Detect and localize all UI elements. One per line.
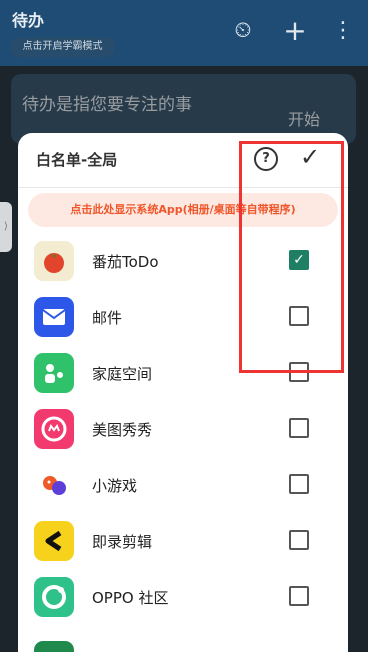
tomato-todo-icon xyxy=(34,241,74,281)
app-icon-partial xyxy=(34,641,74,652)
app-checkbox[interactable] xyxy=(289,530,309,550)
oppo-community-icon xyxy=(34,577,74,617)
app-name: 美图秀秀 xyxy=(92,421,153,439)
app-name: 番茄ToDo xyxy=(92,253,159,271)
dialog-title: 白名单-全局 xyxy=(36,151,118,169)
app-checkbox[interactable] xyxy=(289,474,309,494)
more-icon[interactable]: ⋮ xyxy=(330,18,356,44)
app-checkbox[interactable] xyxy=(289,586,309,606)
app-name: 小游戏 xyxy=(92,477,138,495)
meitu-icon xyxy=(34,409,74,449)
side-handle[interactable]: ⟩ xyxy=(0,202,12,252)
list-item[interactable] xyxy=(18,633,348,652)
highlight-box xyxy=(239,141,344,373)
app-name: OPPO 社区 xyxy=(92,589,169,607)
app-title: 待办 xyxy=(12,11,45,30)
app-checkbox[interactable] xyxy=(289,418,309,438)
family-space-icon xyxy=(34,353,74,393)
timer-icon[interactable]: ⏲ xyxy=(230,18,256,44)
app-bar: 待办 点击开启学霸模式 ⏲ + ⋮ xyxy=(0,0,368,66)
clip-editor-icon xyxy=(34,521,74,561)
add-icon[interactable]: + xyxy=(282,17,308,45)
app-name: 即录剪辑 xyxy=(92,533,153,551)
app-name: 家庭空间 xyxy=(92,365,153,383)
app-name: 邮件 xyxy=(92,309,123,327)
list-item[interactable]: 小游戏 xyxy=(18,457,348,513)
list-item[interactable]: 美图秀秀 xyxy=(18,401,348,457)
mail-icon xyxy=(34,297,74,337)
list-item[interactable]: 即录剪辑 xyxy=(18,513,348,569)
list-item[interactable]: OPPO 社区 xyxy=(18,569,348,625)
mini-games-icon xyxy=(34,465,74,505)
mode-button[interactable]: 点击开启学霸模式 xyxy=(10,37,115,57)
